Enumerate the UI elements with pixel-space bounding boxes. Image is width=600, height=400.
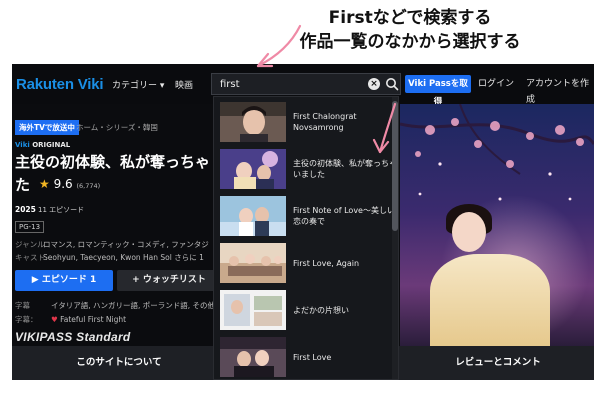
nav-movies[interactable]: 映画 [175,78,193,91]
search-input[interactable] [220,77,370,91]
result-title: よだかの片想い [293,305,349,315]
instruction-callout: Firstなどで検索する 作品一覧のなかから選択する [250,6,570,54]
result-thumbnail [220,102,286,142]
show-info: 海外TVで放送中 ホーム・シリーズ・韓国 Viki ORIGINAL 主役の初体… [12,104,222,344]
search-result-item[interactable]: First Love [214,334,398,379]
result-thumbnail [220,149,286,189]
rating: ★ 9.6 (6,774) [39,177,100,191]
search-result-item[interactable]: First Note of Love〜美しい恋の奏で [214,193,398,239]
rating-count: (6,774) [76,182,101,190]
search-results-dropdown: First Chalongrat Novsamrong 主役の初体験、私が奪っち… [213,96,399,380]
heart-icon: ♥ [51,315,58,324]
login-link[interactable]: ログイン [478,76,514,92]
result-thumbnail [220,243,286,283]
result-thumbnail [220,337,286,377]
on-air-badge: 海外TVで放送中 [15,120,79,135]
search-result-item[interactable]: よだかの片想い [214,287,398,333]
hero-image [400,104,594,346]
viki-screenshot: Rakuten Viki カテゴリー ▾ 映画 × Viki Passを取得 ロ… [12,64,594,380]
tab-about[interactable]: このサイトについて [12,346,226,380]
watchlist-button[interactable]: + ウォッチリスト [117,270,221,291]
viki-original-label: Viki ORIGINAL [15,141,71,149]
tab-reviews[interactable]: レビューとコメント [402,346,594,380]
nav-categories[interactable]: カテゴリー ▾ [112,78,164,91]
search-result-item[interactable]: First Chalongrat Novsamrong [214,99,398,145]
content-rating: PG-13 [15,221,45,233]
show-title-line2: た [15,176,31,194]
viki-logo[interactable]: Rakuten Viki [16,76,104,93]
play-episode-button[interactable]: ▶ エピソード 1 [15,270,113,291]
vikipass-standard-label: VIKIPASS Standard [15,330,131,344]
search-result-item[interactable]: 主役の初体験、私が奪っちゃいました [214,146,398,192]
subtitle-team-row: 字幕： ♥ Fateful First Night [15,315,127,324]
signup-link[interactable]: アカウントを作成 [526,76,594,105]
result-title: 主役の初体験、私が奪っちゃいました [293,159,397,179]
search-icon[interactable] [385,77,399,91]
clear-icon[interactable]: × [368,78,380,90]
result-title: First Note of Love〜美しい恋の奏で [293,206,395,226]
result-thumbnail [220,290,286,330]
result-thumbnail [220,196,286,236]
result-title: First Chalongrat Novsamrong [293,112,357,132]
cast-row: キャストSeohyun, Taecyeon, Kwon Han Sol さらに … [15,253,204,262]
rating-value: 9.6 [53,177,73,191]
star-icon: ★ [39,177,50,191]
show-title: 主役の初体験、私が奪っちゃ [15,153,211,171]
subtitles-row: 字幕 イタリア語, ハンガリー語, ポーランド語, その他 [15,301,216,310]
result-title: First Love, Again [293,258,360,268]
search-box[interactable]: × [211,73,401,95]
instruction-line-1: Firstなどで検索する [328,8,492,28]
breadcrumb[interactable]: ホーム・シリーズ・韓国 [76,122,158,133]
get-viki-pass-button[interactable]: Viki Passを取得 [405,75,471,107]
genre-row: ジャンルロマンス, ロマンティック・コメディ, ファンタジ [15,240,209,249]
result-title: First Love [293,352,332,362]
instruction-line-2: 作品一覧のなかから選択する [299,32,521,52]
episode-count: 11 エピソード [38,206,85,214]
tutorial-graphic: Firstなどで検索する 作品一覧のなかから選択する Rakuten Viki … [0,0,600,400]
release-year: 2025 [15,205,36,214]
dropdown-scroll-thumb[interactable] [392,101,398,231]
search-result-item[interactable]: First Love, Again [214,240,398,286]
